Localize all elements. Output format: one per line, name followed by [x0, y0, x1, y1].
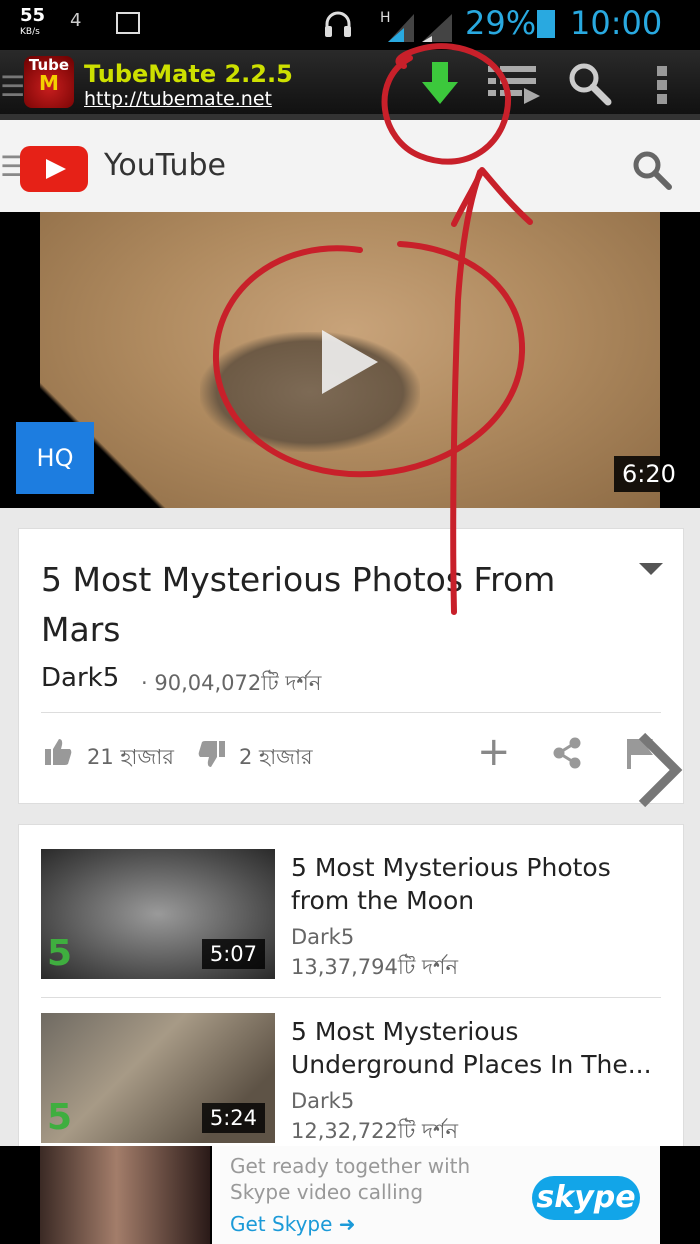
add-to-playlist-icon[interactable]: +	[477, 729, 511, 775]
video-rock-object	[200, 332, 420, 452]
like-count[interactable]: 21 হাজার	[87, 741, 174, 776]
channel-label[interactable]: Dark5	[41, 663, 119, 693]
channel-badge: 5	[47, 933, 73, 974]
related-channel: Dark5	[291, 925, 355, 949]
video-player[interactable]: HQ 6:20	[0, 212, 700, 508]
channel-name[interactable]: Dark5	[41, 663, 119, 693]
thumbnail-duration: 5:24	[201, 1103, 265, 1133]
network-h-label: H	[380, 10, 391, 26]
ad-photo	[40, 1146, 210, 1244]
video-title: 5 Most Mysterious Photos From Mars	[41, 560, 556, 649]
download-icon[interactable]	[420, 58, 460, 108]
views-separator: ·	[141, 671, 148, 695]
share-icon[interactable]	[551, 737, 583, 769]
more-icon[interactable]	[652, 62, 672, 108]
tubemate-toolbar: ☰ Tube M TubeMate 2.2.5 http://tubemate.…	[0, 50, 700, 120]
channel-badge: 5	[47, 1097, 73, 1138]
related-video-title[interactable]: 5 Most Mysterious Photos from the Moon	[291, 851, 661, 917]
chevron-right-icon[interactable]	[634, 730, 684, 810]
tubemate-logo: Tube M	[24, 56, 74, 108]
logo-text-m: M	[39, 71, 59, 95]
video-thumbnail[interactable]: 5 5:24	[41, 1013, 275, 1143]
image-notification-icon	[116, 12, 140, 34]
related-divider	[41, 997, 661, 998]
app-url-link[interactable]: http://tubemate.net	[84, 88, 272, 110]
queue-icon[interactable]	[488, 62, 540, 106]
youtube-search-icon[interactable]	[630, 148, 674, 192]
ad-text-panel[interactable]: Get ready together with Skype video call…	[212, 1146, 660, 1244]
battery-icon	[537, 10, 555, 38]
youtube-logo-icon[interactable]	[20, 146, 88, 192]
hq-badge[interactable]: HQ	[16, 422, 94, 494]
play-icon[interactable]	[322, 330, 378, 394]
skype-logo: skype	[532, 1176, 640, 1220]
search-icon[interactable]	[566, 60, 612, 106]
status-bar: 55 KB/s 4 H 29% 10:00 PM	[0, 0, 700, 77]
headset-icon	[322, 8, 354, 47]
related-channel: Dark5	[291, 1089, 355, 1113]
speed-value: 55	[20, 5, 46, 26]
related-video-title[interactable]: 5 Most Mysterious Underground Places In …	[291, 1015, 661, 1081]
related-views: 13,37,794টি দর্শন	[291, 955, 458, 979]
expand-description-icon[interactable]	[639, 563, 663, 575]
like-icon[interactable]	[43, 737, 73, 767]
ad-line-2: Skype video calling	[230, 1180, 424, 1204]
list-item[interactable]: 5 5:24 5 Most Mysterious Underground Pla…	[41, 1013, 661, 1153]
list-item[interactable]: 5 5:07 5 Most Mysterious Photos from the…	[41, 849, 661, 997]
network-speed: 55 KB/s	[20, 5, 46, 40]
related-views: 12,32,722টি দর্শন	[291, 1119, 458, 1143]
views-label: 90,04,072টি দর্শন	[154, 671, 322, 695]
video-duration: 6:20	[614, 456, 684, 492]
battery-percent: 29%	[465, 4, 537, 42]
app-title: TubeMate 2.2.5	[84, 60, 293, 88]
drawer-menu-icon[interactable]: ☰	[0, 70, 25, 103]
clock-time: 10:00	[570, 4, 663, 42]
view-count: · 90,04,072টি দর্শন	[141, 667, 321, 702]
get-skype-link[interactable]: Get Skype ➜	[230, 1212, 356, 1236]
ad-line-1: Get ready together with	[230, 1154, 471, 1178]
related-videos-list: 5 5:07 5 Most Mysterious Photos from the…	[18, 824, 684, 1154]
dislike-icon[interactable]	[197, 739, 227, 769]
video-thumbnail[interactable]: 5 5:07	[41, 849, 275, 979]
youtube-header: ☰ YouTube	[0, 120, 700, 213]
info-divider	[41, 712, 661, 713]
signal-strength-icon: H	[380, 6, 460, 53]
skype-ad-banner[interactable]: Get ready together with Skype video call…	[0, 1146, 700, 1244]
video-info-card: 5 Most Mysterious Photos From Mars Dark5…	[18, 528, 684, 804]
thumbnail-duration: 5:07	[201, 939, 265, 969]
speed-unit: KB/s	[20, 27, 40, 37]
signal-4-icon: 4	[70, 10, 82, 31]
dislike-count[interactable]: 2 হাজার	[239, 741, 313, 776]
youtube-label: YouTube	[104, 148, 226, 183]
